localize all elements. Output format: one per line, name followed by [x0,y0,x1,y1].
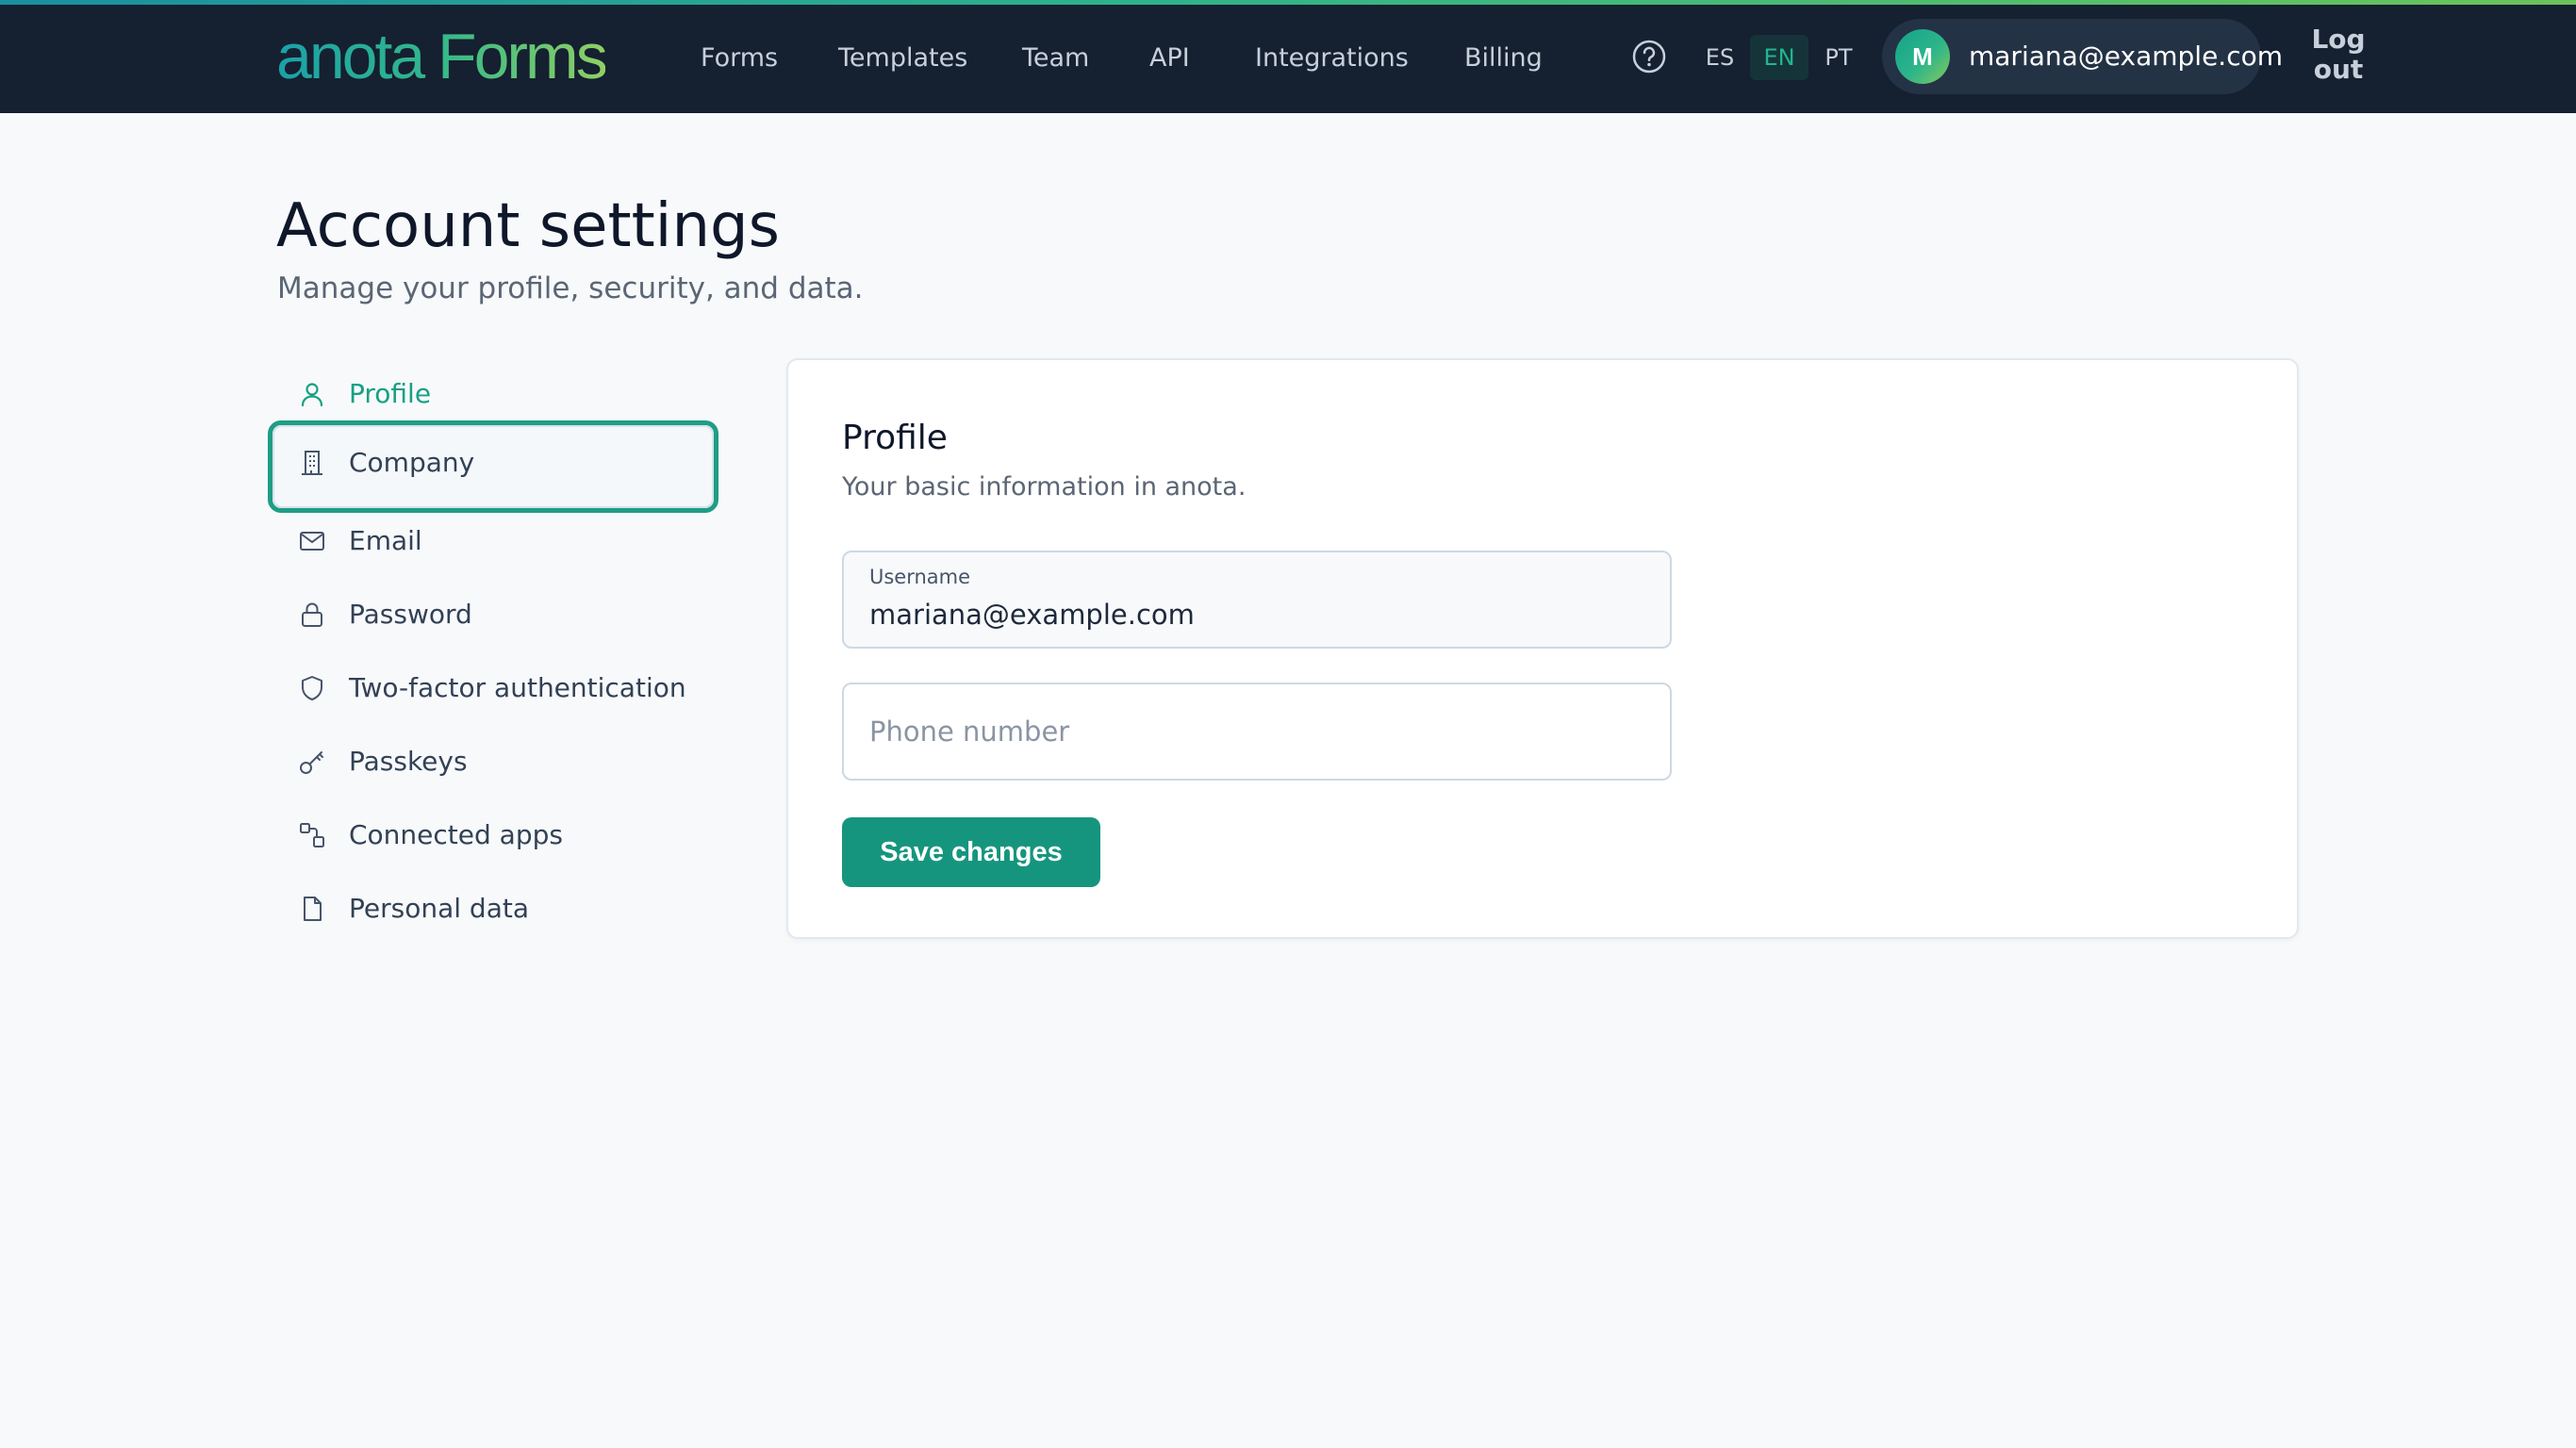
nav-link-forms[interactable]: Forms [701,40,778,77]
phone-field [842,683,1672,781]
language-pt[interactable]: PT [1818,35,1859,80]
avatar: M [1895,29,1950,84]
profile-card: Profile Your basic information in anota.… [786,358,2299,939]
username-field: Username [842,551,1672,649]
sidebar-item-email[interactable]: Email [268,499,718,584]
phone-number-input[interactable] [869,711,1643,752]
document-icon [298,895,326,923]
username-label: Username [869,566,971,588]
nav-link-integrations[interactable]: Integrations [1255,40,1409,77]
sidebar-item-label: Passkeys [349,746,468,777]
nav-link-billing[interactable]: Billing [1464,40,1543,77]
sidebar-item-label: Personal data [349,893,529,924]
save-changes-button[interactable]: Save changes [842,817,1100,887]
user-email: mariana@example.com [1969,41,2284,72]
page-subtitle: Manage your profile, security, and data. [277,272,864,305]
lock-icon [298,601,326,629]
nav-link-team[interactable]: Team [1022,40,1089,77]
sidebar-item-label: Two-factor authentication [349,672,686,703]
shield-icon [298,674,326,702]
card-subtitle: Your basic information in anota. [842,472,1247,502]
nav-link-api[interactable]: API [1149,40,1190,77]
question-circle-icon[interactable] [1631,39,1667,74]
user-menu[interactable]: M mariana@example.com [1882,19,2283,94]
logout-button[interactable]: Log out [2301,25,2376,85]
language-es[interactable]: ES [1699,35,1741,80]
sidebar-item-label: Company [349,447,475,478]
key-icon [298,748,326,776]
sidebar-item-label: Connected apps [349,819,563,850]
link-apps-icon [298,821,326,849]
sidebar-item-two-factor[interactable]: Two-factor authentication [268,646,718,731]
language-en[interactable]: EN [1750,35,1808,80]
sidebar-item-password[interactable]: Password [268,572,718,657]
sidebar-item-personal-data[interactable]: Personal data [268,866,718,951]
building-icon [298,449,326,477]
envelope-icon [298,527,326,555]
brand-logo[interactable]: anota Forms [276,21,608,92]
top-navigation-bar: anota Forms Forms Templates Team API Int… [0,0,2576,113]
sidebar-item-label: Email [349,525,422,556]
username-input[interactable] [869,594,1643,635]
sidebar-item-passkeys[interactable]: Passkeys [268,719,718,804]
nav-link-templates[interactable]: Templates [838,40,967,77]
page-title: Account settings [276,191,780,261]
sidebar-item-connected-apps[interactable]: Connected apps [268,793,718,878]
card-title: Profile [842,419,948,457]
sidebar-item-label: Profile [349,378,432,409]
user-icon [298,380,326,408]
top-accent-strip [0,0,2576,5]
sidebar-item-label: Password [349,599,472,630]
focus-highlight [272,425,714,508]
